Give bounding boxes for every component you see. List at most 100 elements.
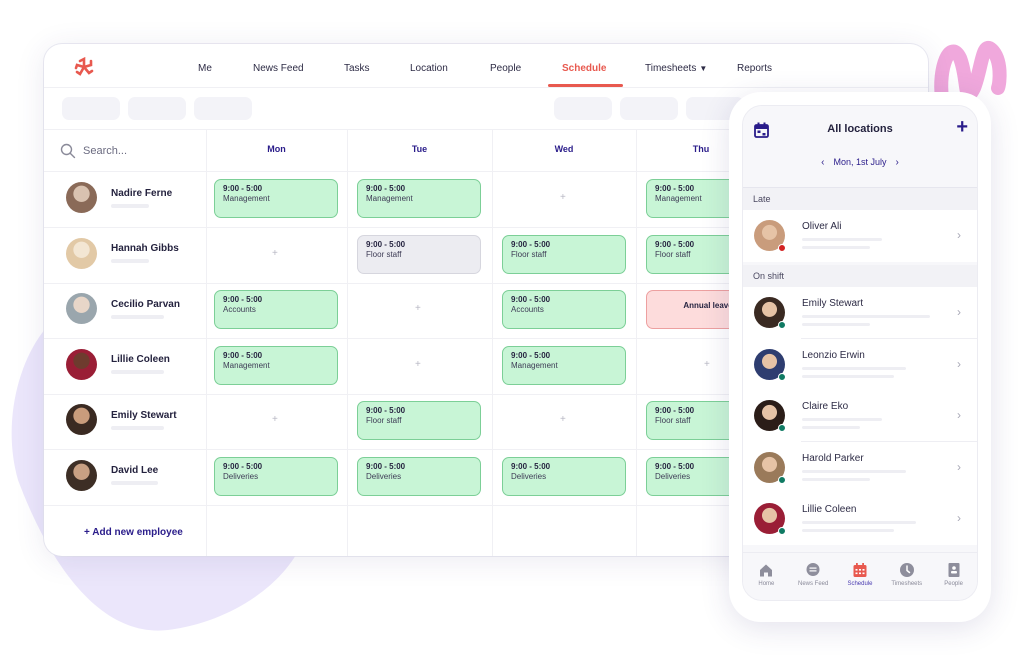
mobile-title[interactable]: All locations <box>743 123 977 135</box>
brand-logo-icon[interactable] <box>74 57 94 77</box>
shift-time: 9:00 - 5:00 <box>511 350 551 360</box>
shift-role: Deliveries <box>366 471 402 481</box>
tab-timesheets[interactable]: Timesheets <box>885 562 929 600</box>
staff-list-item[interactable]: Lillie Coleen › <box>743 493 977 545</box>
current-date: Mon, 1st July <box>833 157 887 167</box>
next-day-button[interactable]: › <box>896 157 899 168</box>
nav-tasks[interactable]: Tasks <box>344 63 370 74</box>
tab-schedule[interactable]: Schedule <box>838 562 882 600</box>
nav-location[interactable]: Location <box>410 63 448 74</box>
home-icon <box>760 564 773 577</box>
shift-role: Management <box>223 360 270 370</box>
on-shift-status-dot <box>778 424 786 432</box>
avatar <box>66 348 97 380</box>
add-shift-cell[interactable]: + <box>560 414 566 425</box>
shift-block[interactable]: 9:00 - 5:00 Deliveries <box>502 456 626 496</box>
tab-label: Home <box>758 581 775 587</box>
staff-detail-placeholder <box>802 529 894 532</box>
contact-book-icon <box>948 563 960 577</box>
shift-time: 9:00 - 5:00 <box>366 406 406 415</box>
on-shift-status-dot <box>778 372 786 381</box>
employee-subtitle-placeholder <box>111 425 164 430</box>
employee-cell[interactable]: Cecilio Parvan <box>66 293 180 324</box>
staff-list-item[interactable]: Emily Stewart › <box>743 287 977 339</box>
tab-home[interactable]: Home <box>744 562 788 600</box>
employee-subtitle-placeholder <box>111 481 158 485</box>
shift-block[interactable]: 9:00 - 5:00 Management <box>502 345 626 385</box>
shift-block[interactable]: 9:00 - 5:00 Floor staff <box>357 401 481 440</box>
day-header-wed: Wed <box>554 144 574 154</box>
employee-cell[interactable]: Nadire Ferne <box>66 182 172 213</box>
shift-block[interactable]: 9:00 - 5:00 Accounts <box>502 290 626 329</box>
shift-block[interactable]: 9:00 - 5:00 Management <box>214 179 338 218</box>
add-new-employee-button[interactable]: + Add new employee <box>84 527 183 538</box>
on-shift-status-dot <box>778 527 786 535</box>
shift-block[interactable]: 9:00 - 5:00 Accounts <box>214 290 338 329</box>
shift-block[interactable]: 9:00 - 5:00 Floor staff <box>357 234 481 274</box>
toolbar-placeholder-button[interactable] <box>128 97 186 120</box>
avatar <box>754 451 786 484</box>
search-icon <box>60 143 76 159</box>
date-navigator: ‹ Mon, 1st July › <box>743 157 977 168</box>
previous-day-button[interactable]: ‹ <box>821 157 824 168</box>
add-shift-cell[interactable]: + <box>415 303 421 314</box>
employee-cell[interactable]: David Lee <box>66 459 158 491</box>
employee-cell[interactable]: Lillie Coleen <box>66 348 170 380</box>
staff-list-item[interactable]: Claire Eko › <box>743 390 977 442</box>
nav-schedule[interactable]: Schedule <box>562 63 606 74</box>
toolbar-placeholder-button[interactable] <box>194 97 252 120</box>
employee-cell[interactable]: Emily Stewart <box>66 404 177 435</box>
nav-news-feed[interactable]: News Feed <box>253 63 304 74</box>
add-shift-cell[interactable]: + <box>272 414 278 425</box>
shift-block[interactable]: 9:00 - 5:00 Management <box>357 179 481 218</box>
add-shift-cell[interactable]: + <box>415 359 421 370</box>
mobile-app-screen: All locations + ‹ Mon, 1st July › Late Oli… <box>742 105 978 601</box>
add-shift-button[interactable]: + <box>956 117 968 137</box>
avatar <box>66 293 97 324</box>
search-input[interactable] <box>83 145 203 157</box>
tab-news-feed[interactable]: News Feed <box>791 562 835 600</box>
shift-block[interactable]: 9:00 - 5:00 Floor staff <box>502 234 626 274</box>
nav-me[interactable]: Me <box>198 63 212 74</box>
on-shift-status-dot <box>778 321 786 329</box>
employee-name: Emily Stewart <box>111 409 177 421</box>
staff-detail-placeholder <box>802 366 906 370</box>
shift-block[interactable]: 9:00 - 5:00 Management <box>214 345 338 385</box>
section-header: On shift <box>743 265 977 287</box>
shift-block[interactable]: 9:00 - 5:00 Deliveries <box>214 456 338 496</box>
shift-role: Accounts <box>223 305 256 314</box>
shift-time: 9:00 - 5:00 <box>223 461 263 471</box>
shift-time: 9:00 - 5:00 <box>511 295 551 304</box>
shift-time: 9:00 - 5:00 <box>366 239 406 249</box>
staff-list-item[interactable]: Harold Parker › <box>743 441 977 494</box>
staff-detail-placeholder <box>802 469 906 473</box>
chevron-right-icon: › <box>957 228 961 242</box>
shift-role: Deliveries <box>223 471 259 481</box>
toolbar-placeholder-button[interactable] <box>554 97 612 120</box>
toolbar-placeholder-button[interactable] <box>620 97 678 120</box>
active-tab-indicator <box>548 84 623 87</box>
shift-role: Management <box>223 194 270 203</box>
staff-list-item[interactable]: Oliver Ali › <box>743 210 977 262</box>
calendar-icon <box>853 563 867 577</box>
tab-people[interactable]: People <box>932 562 976 600</box>
shift-block[interactable]: 9:00 - 5:00 Deliveries <box>357 456 481 496</box>
employee-cell[interactable]: Hannah Gibbs <box>66 237 179 269</box>
staff-detail-placeholder <box>802 315 930 318</box>
add-shift-cell[interactable]: + <box>272 248 278 259</box>
add-shift-cell[interactable]: + <box>560 192 566 203</box>
employee-name: Hannah Gibbs <box>111 243 179 254</box>
employee-search <box>60 143 203 159</box>
employee-subtitle-placeholder <box>111 203 149 208</box>
add-shift-cell[interactable]: + <box>704 359 710 370</box>
chevron-right-icon: › <box>957 511 961 525</box>
staff-detail-placeholder <box>802 238 882 241</box>
staff-detail-placeholder <box>802 521 916 524</box>
staff-list-item[interactable]: Leonzio Erwin › <box>743 338 977 391</box>
employee-subtitle-placeholder <box>111 259 149 263</box>
shift-role: Floor staff <box>366 416 402 425</box>
nav-timesheets[interactable]: Timesheets ▼ <box>645 63 707 74</box>
nav-reports[interactable]: Reports <box>737 63 772 74</box>
toolbar-placeholder-button[interactable] <box>62 97 120 120</box>
nav-people[interactable]: People <box>490 63 521 74</box>
